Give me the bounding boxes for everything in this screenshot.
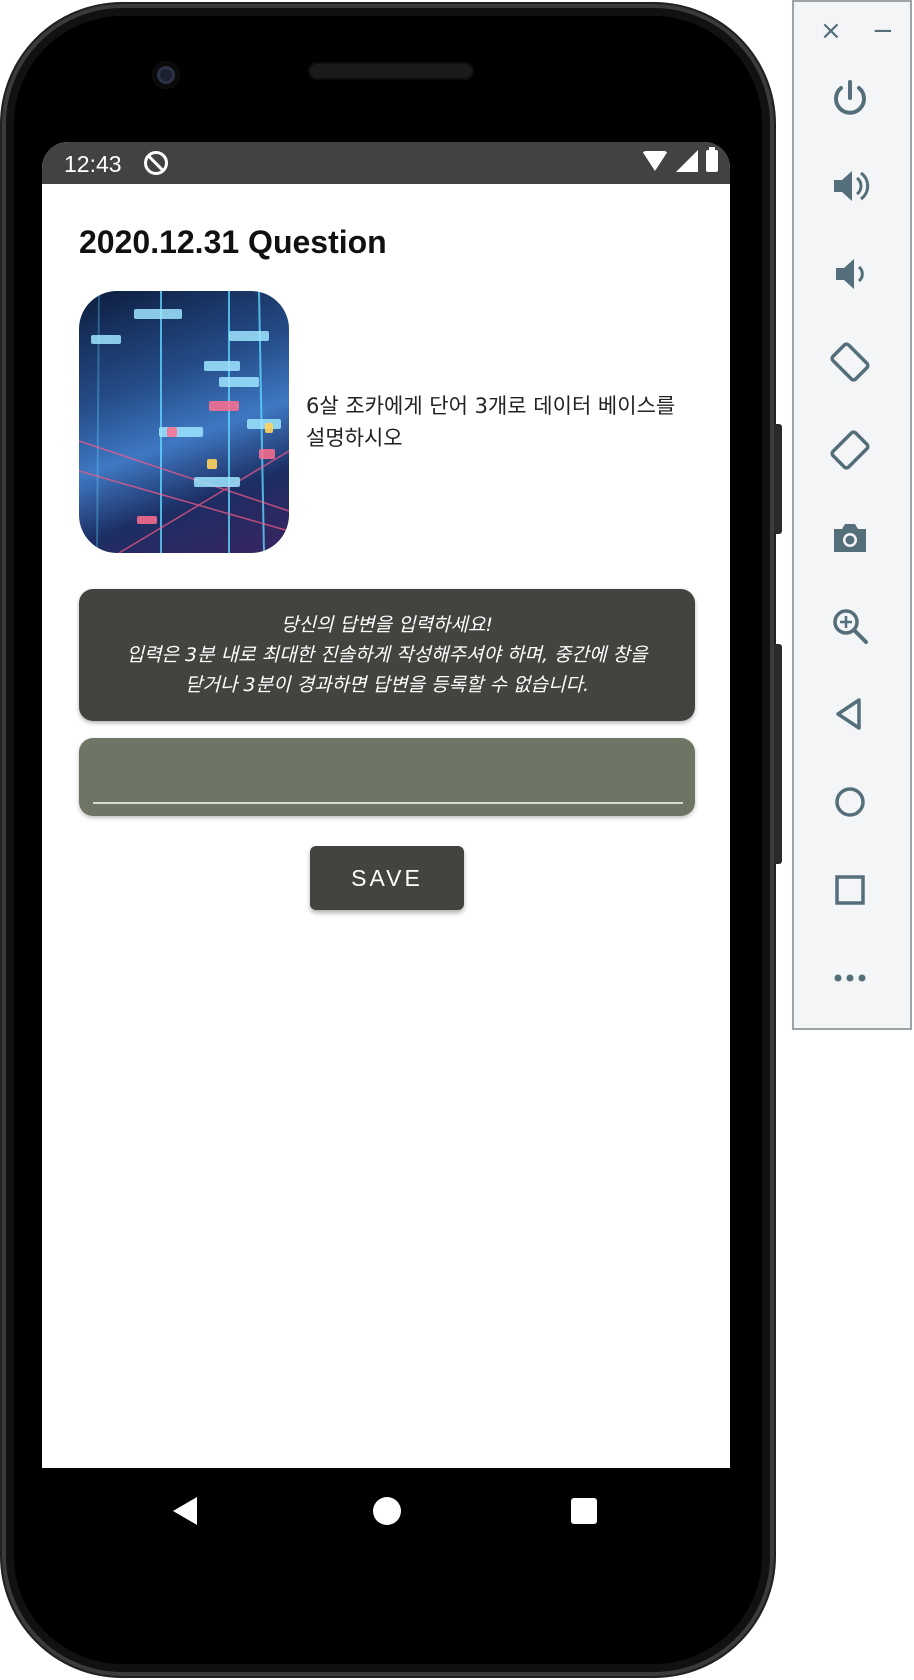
- instruction-line2: 입력은 3분 내로 최대한 진솔하게 작성해주셔야 하며, 중간에 창을 닫거나…: [126, 644, 648, 696]
- app-screen: 12:43 2020.12.31 Question 6살 조카에게 단어 3개로…: [42, 142, 730, 1468]
- home-icon[interactable]: [820, 772, 880, 832]
- navigation-bar: [42, 1468, 730, 1568]
- instruction-line1: 당신의 답변을 입력하세요!: [281, 614, 493, 636]
- volume-up-icon[interactable]: [820, 156, 880, 216]
- earpiece-speaker: [308, 62, 474, 80]
- side-volume-button: [774, 644, 782, 864]
- nav-recents-icon[interactable]: [571, 1498, 597, 1524]
- battery-icon: [706, 147, 718, 172]
- power-icon[interactable]: [820, 68, 880, 128]
- close-icon[interactable]: ×: [820, 16, 842, 46]
- stage: 12:43 2020.12.31 Question 6살 조카에게 단어 3개로…: [0, 0, 914, 1680]
- page-title: 2020.12.31 Question: [79, 224, 387, 260]
- camera-icon[interactable]: [820, 508, 880, 568]
- status-bar: 12:43: [42, 142, 730, 184]
- emulator-toolbar: × −: [792, 0, 912, 1030]
- front-camera: [152, 61, 180, 89]
- side-power-button: [774, 424, 782, 534]
- save-button[interactable]: SAVE: [310, 846, 464, 910]
- toolbar-window-controls: × −: [794, 16, 910, 46]
- answer-input[interactable]: [93, 746, 683, 804]
- volume-down-icon[interactable]: [820, 244, 880, 304]
- back-icon[interactable]: [820, 684, 880, 744]
- status-time: 12:43: [64, 151, 122, 177]
- signal-icon: [676, 150, 698, 172]
- overview-icon[interactable]: [820, 860, 880, 920]
- do-not-disturb-icon: [144, 151, 168, 175]
- answer-box: [79, 738, 695, 816]
- wifi-icon: [642, 151, 668, 171]
- rotate-left-icon[interactable]: [820, 332, 880, 392]
- status-indicators: [642, 147, 718, 172]
- question-image: [79, 291, 289, 553]
- nav-back-icon[interactable]: [173, 1497, 197, 1525]
- more-icon[interactable]: [820, 948, 880, 1008]
- minimize-icon[interactable]: −: [872, 16, 894, 46]
- instruction-box: 당신의 답변을 입력하세요! 입력은 3분 내로 최대한 진솔하게 작성해주셔야…: [79, 589, 695, 721]
- nav-home-icon[interactable]: [373, 1497, 401, 1525]
- zoom-icon[interactable]: [820, 596, 880, 656]
- rotate-right-icon[interactable]: [820, 420, 880, 480]
- question-text: 6살 조카에게 단어 3개로 데이터 베이스를 설명하시오: [306, 394, 676, 450]
